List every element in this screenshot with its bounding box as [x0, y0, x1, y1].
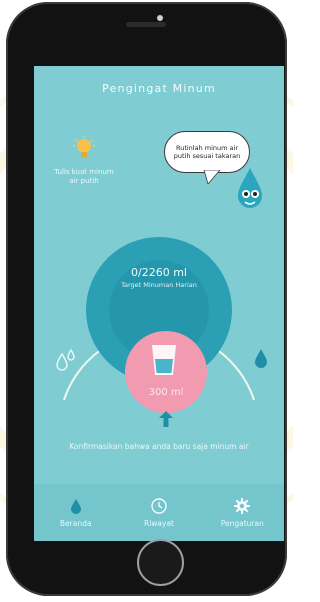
tip-text: Tulis kuat minum air putih: [54, 168, 114, 185]
phone-frame: Pengingat Minum Tulis kuat minum air put…: [6, 2, 287, 596]
drop-icon: [255, 349, 267, 368]
gear-icon: [234, 497, 251, 514]
nav-settings[interactable]: Pengaturan: [201, 484, 284, 541]
nav-home-label: Beranda: [59, 518, 92, 528]
confirm-instruction: Konfirmasikan bahwa anda baru saja minum…: [69, 442, 249, 451]
page-title: Pengingat Minum: [102, 81, 216, 95]
arrow-up-icon: [159, 411, 173, 427]
drink-button[interactable]: 300 ml: [125, 331, 207, 413]
bubble-tail: [203, 170, 221, 184]
nav-settings-label: Pengaturan: [220, 518, 264, 528]
water-drops-icon: [56, 348, 75, 371]
glass-icon: [152, 345, 176, 375]
bottom-navigation: Beranda Riwayat Pengaturan: [34, 484, 284, 541]
nav-home[interactable]: Beranda: [34, 484, 117, 541]
nav-history[interactable]: Riwayat: [117, 484, 200, 541]
tip-card: Tulis kuat minum air putih: [54, 136, 114, 186]
home-button[interactable]: [137, 539, 184, 586]
target-label: Target Minuman Harian: [121, 281, 197, 289]
phone-speaker: [126, 22, 166, 27]
drink-amount: 300 ml: [148, 387, 184, 398]
phone-camera: [157, 15, 163, 21]
drop-icon: [70, 498, 81, 514]
clock-icon: [151, 497, 167, 514]
app-screen: Pengingat Minum Tulis kuat minum air put…: [34, 66, 284, 541]
lightbulb-icon: [73, 136, 95, 157]
intake-amount: 0/2260 ml: [131, 266, 187, 279]
nav-history-label: Riwayat: [143, 518, 174, 528]
